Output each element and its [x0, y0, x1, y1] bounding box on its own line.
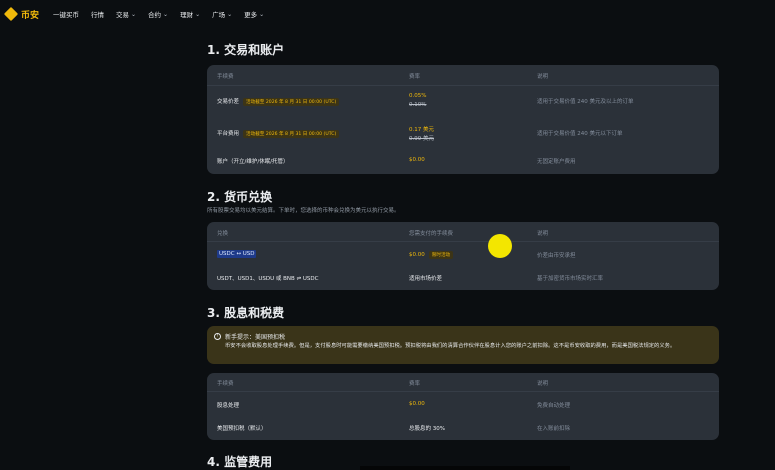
promo-tag: 活动截至 2026 年 8 月 31 日 00:00 (UTC)	[243, 98, 340, 106]
nav-label: 更多	[244, 11, 258, 19]
fee-note: 适用于交易价值 240 美元及以上的订单	[537, 99, 634, 105]
swap-pair: USDT、USD1、USDU 或 BNB ⇌ USDC	[217, 276, 319, 282]
nav-label: 广场	[212, 11, 226, 19]
chevron-down-icon: ⌄	[227, 10, 233, 18]
binance-logo-icon	[3, 6, 19, 22]
header-note: 说明	[537, 381, 549, 387]
nav-label: 一键买币	[53, 11, 80, 19]
fee-name-text: 交易价差	[217, 99, 240, 105]
fee-rate: 总股息的 30%	[409, 426, 445, 432]
rate-original: 0.99 美元	[409, 136, 434, 142]
rate-primary: 0.17 美元	[409, 127, 434, 133]
fee-name: 平台费用 活动截至 2026 年 8 月 31 日 00:00 (UTC)	[217, 129, 340, 138]
swap-fee: $0.00 限时活动	[409, 251, 454, 259]
nav-label: 理财	[180, 11, 194, 19]
chevron-down-icon: ⌄	[259, 10, 265, 18]
nav-item-buy-crypto[interactable]: 一键买币	[53, 9, 79, 19]
fee-name: 交易价差 活动截至 2026 年 8 月 31 日 00:00 (UTC)	[217, 97, 340, 106]
promo-tag: 活动截至 2026 年 8 月 31 日 00:00 (UTC)	[243, 130, 340, 138]
swap-note: 价差由币安承担	[537, 253, 576, 259]
header-note: 说明	[537, 74, 549, 80]
section-title-dividends-tax: 3. 股息和税费	[207, 306, 285, 320]
promo-tag: 限时活动	[428, 251, 454, 259]
nav-label: 合约	[148, 11, 162, 19]
fee-rate: $0.00	[409, 401, 425, 407]
nav-item-futures[interactable]: 合约 ⌄	[148, 9, 169, 20]
nav-item-markets[interactable]: 行情	[91, 9, 104, 19]
beginner-tip-notice: ! 新手提示：美国预扣税 币安不会收取股息处理手续费。但是，支付股息时可能需要缴…	[207, 326, 719, 364]
chevron-down-icon: ⌄	[163, 10, 169, 18]
swap-fee: 适用市场价差	[409, 276, 443, 282]
nav-item-trade[interactable]: 交易 ⌄	[116, 9, 137, 20]
fee-note: 在入账前扣除	[537, 426, 571, 432]
swap-fee-value: $0.00	[409, 252, 425, 258]
nav-label: 交易	[116, 11, 130, 19]
trading-account-fee-table: 手续费 费率 说明 交易价差 活动截至 2026 年 8 月 31 日 00:00…	[207, 65, 719, 174]
divider	[207, 241, 719, 242]
usdc-usd-label: USDC ↔ USD	[217, 250, 257, 258]
fee-note: 适用于交易价值 240 美元以下订单	[537, 131, 623, 137]
swap-note: 基于加密货币市场实时汇率	[537, 276, 604, 282]
nav-label: 行情	[91, 11, 105, 19]
fee-name-text: 平台费用	[217, 131, 240, 137]
divider	[207, 391, 719, 392]
rate-primary: $0.00	[409, 157, 425, 163]
rate-primary: 0.05%	[409, 93, 427, 99]
chevron-down-icon: ⌄	[195, 10, 201, 18]
info-icon: !	[214, 333, 221, 340]
fee-note: 无固定账户费用	[537, 159, 576, 165]
binance-logo[interactable]: 币安	[3, 6, 40, 22]
notice-title: ! 新手提示：美国预扣税	[214, 332, 285, 341]
swap-pair: USDC ↔ USD	[217, 250, 257, 258]
cursor-highlight	[488, 234, 512, 258]
header-swap: 兑换	[217, 231, 229, 237]
fee-name: 股息处理	[217, 403, 240, 409]
header-fee: 手续费	[217, 74, 234, 80]
header-rate: 费率	[409, 74, 421, 80]
section-title-trading-account: 1. 交易和账户	[207, 43, 285, 57]
nav-item-more[interactable]: 更多 ⌄	[244, 9, 265, 20]
fee-note: 免费自动处理	[537, 403, 571, 409]
divider	[207, 85, 719, 86]
fee-name: 账户（开立/维护/休眠/托管）	[217, 159, 289, 165]
section-description: 所有股票交易均以美元结算。下单时，您选择的币种会兑换为美元以执行交易。	[207, 208, 400, 214]
fee-name: 美国预扣税（默认）	[217, 426, 267, 432]
notice-title-text: 新手提示：美国预扣税	[225, 334, 286, 341]
header-note: 说明	[537, 231, 549, 237]
section-title-regulatory-fees: 4. 监管费用	[207, 455, 273, 469]
currency-conversion-table: 兑换 您需支付的手续费 说明 USDC ↔ USD $0.00 限时活动 价差由币…	[207, 222, 719, 290]
chevron-down-icon: ⌄	[131, 10, 137, 18]
top-navigation: 币安 一键买币 行情 交易 ⌄ 合约 ⌄ 理财 ⌄ 广场 ⌄ 更多 ⌄	[0, 0, 775, 28]
nav-item-square[interactable]: 广场 ⌄	[212, 9, 233, 20]
rate-original: 0.10%	[409, 102, 427, 108]
logo-text: 币安	[21, 10, 40, 21]
header-fee: 您需支付的手续费	[409, 231, 454, 237]
bottom-bar	[360, 466, 570, 470]
notice-body: 币安不会收取股息处理手续费。但是，支付股息时可能需要缴纳美国预扣税。预扣税将由我…	[225, 343, 676, 349]
nav-item-earn[interactable]: 理财 ⌄	[180, 9, 201, 20]
header-rate: 费率	[409, 381, 421, 387]
dividends-tax-table: 手续费 费率 说明 股息处理 $0.00 免费自动处理 美国预扣税（默认） 总股…	[207, 373, 719, 440]
section-title-currency-conversion: 2. 货币兑换	[207, 190, 273, 204]
header-fee: 手续费	[217, 381, 234, 387]
